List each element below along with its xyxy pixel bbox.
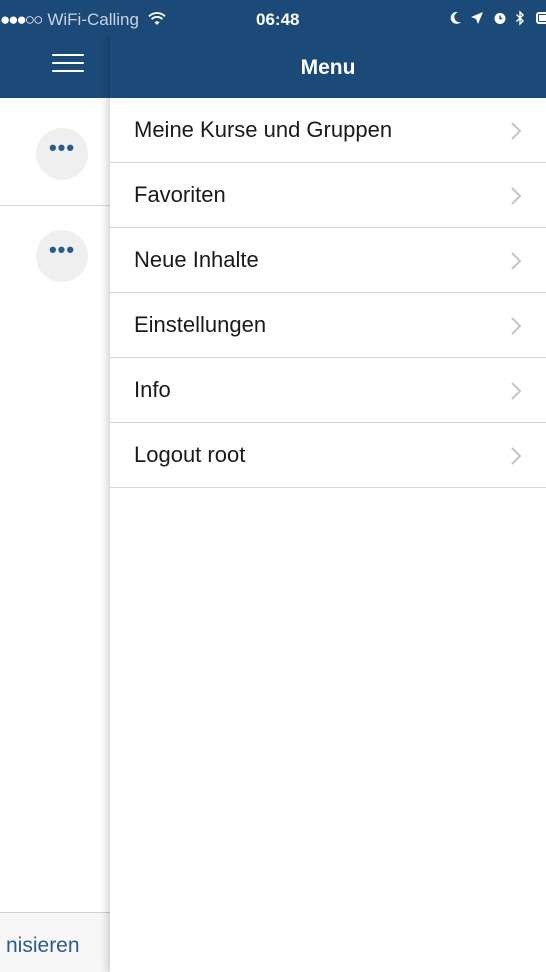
clock: 06:48 (256, 10, 300, 29)
alarm-icon (494, 13, 506, 24)
menu-item-meine-kurse-und-gruppen[interactable]: Meine Kurse und Gruppen (110, 98, 546, 163)
more-dots-icon: ••• (48, 135, 76, 160)
menu-item-logout[interactable]: Logout root (110, 423, 546, 488)
moon-icon (450, 11, 461, 24)
menu-item-label: Meine Kurse und Gruppen (134, 117, 393, 142)
chevron-right-icon (511, 382, 522, 400)
location-arrow-icon (471, 12, 484, 24)
list-item[interactable]: ••• (0, 98, 110, 206)
menu-item-info[interactable]: Info (110, 358, 546, 423)
carrier-info: ●●●○○ WiFi-Calling (0, 10, 166, 30)
signal-strength-icon: ●●●○○ (0, 10, 43, 29)
chevron-right-icon (511, 122, 522, 140)
menu-title: Menu (300, 56, 356, 79)
menu-item-neue-inhalte[interactable]: Neue Inhalte (110, 228, 546, 293)
menu-list: Meine Kurse und Gruppen Favoriten Neue I… (110, 98, 546, 488)
background-screen: ••• ••• nisieren (0, 0, 110, 972)
menu-item-label: Einstellungen (134, 312, 267, 337)
chevron-right-icon (511, 447, 522, 465)
chevron-right-icon (511, 317, 522, 335)
more-options-button[interactable]: ••• (36, 230, 88, 282)
status-icons (450, 9, 546, 29)
chevron-right-icon (511, 187, 522, 205)
status-bar: ●●●○○ WiFi-Calling 06:48 (0, 0, 546, 36)
wifi-icon (148, 12, 166, 25)
menu-item-favoriten[interactable]: Favoriten (110, 163, 546, 228)
menu-item-label: Neue Inhalte (134, 247, 259, 272)
carrier-name: WiFi-Calling (47, 10, 139, 29)
background-footer-toolbar: nisieren (0, 912, 110, 972)
side-menu: Menu Meine Kurse und Gruppen Favoriten N… (110, 0, 546, 972)
chevron-right-icon (511, 252, 522, 270)
hamburger-menu-icon[interactable] (52, 54, 84, 78)
battery-icon (535, 12, 546, 24)
menu-item-label: Info (134, 377, 171, 402)
more-options-button[interactable]: ••• (36, 128, 88, 180)
more-dots-icon: ••• (48, 237, 76, 262)
menu-item-label: Favoriten (134, 182, 226, 207)
sync-button-label[interactable]: nisieren (6, 933, 80, 959)
menu-item-einstellungen[interactable]: Einstellungen (110, 293, 546, 358)
menu-item-label: Logout root (134, 442, 246, 467)
bluetooth-icon (516, 10, 525, 26)
